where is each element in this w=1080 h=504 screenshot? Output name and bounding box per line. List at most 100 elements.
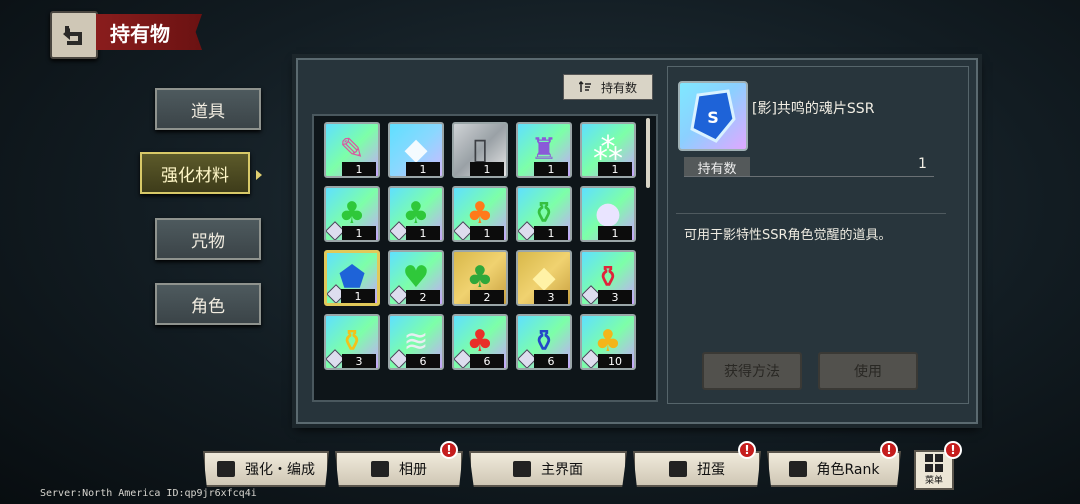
category-label: 角色 <box>191 296 225 317</box>
alert-badge-icon: ! <box>944 441 962 459</box>
item-slot[interactable]: ▯ 1 <box>452 122 508 178</box>
item-slot[interactable]: ⚱ 1 <box>516 186 572 242</box>
acquire-method-button[interactable]: 获得方法 <box>702 352 802 390</box>
item-count: 1 <box>406 162 440 176</box>
divider <box>676 213 946 214</box>
sort-label: 持有数 <box>600 80 637 95</box>
orb-icon: ● <box>594 196 622 231</box>
item-count: 6 <box>406 354 440 368</box>
team-icon <box>217 461 235 477</box>
item-slot[interactable]: ♣ 1 <box>388 186 444 242</box>
item-slot[interactable]: ⚱ 3 <box>580 250 636 306</box>
item-count: 1 <box>534 226 568 240</box>
item-count: 3 <box>534 290 568 304</box>
selected-item-icon: S <box>678 81 748 151</box>
item-count: 6 <box>470 354 504 368</box>
gold-flame-icon: ♣ <box>466 260 494 295</box>
yellow-potion-icon: ⚱ <box>339 324 365 359</box>
item-count: 1 <box>534 162 568 176</box>
item-count: 2 <box>406 290 440 304</box>
album-icon <box>371 461 389 477</box>
back-arrow-icon <box>63 26 82 45</box>
item-count: 1 <box>406 226 440 240</box>
menu-label: 菜单 <box>924 476 943 486</box>
category-curses[interactable]: 咒物 <box>155 218 261 260</box>
item-slot[interactable]: ● 1 <box>580 186 636 242</box>
item-count: 1 <box>598 162 632 176</box>
item-count: 6 <box>534 354 568 368</box>
item-slot[interactable]: ♣ 6 <box>452 314 508 370</box>
item-slot[interactable]: ⁂ 1 <box>580 122 636 178</box>
crystal-shard-icon: ✎ <box>339 132 365 167</box>
category-label: 强化材料 <box>161 165 229 186</box>
item-count: 1 <box>342 162 376 176</box>
category-items[interactable]: 道具 <box>155 88 261 130</box>
item-count: 3 <box>342 354 376 368</box>
item-slot[interactable]: ♣ 1 <box>452 186 508 242</box>
item-count: 1 <box>470 226 504 240</box>
server-id-label: Server:North America ID:qp9jr6xfcq4i <box>40 488 257 499</box>
grid-menu-icon <box>925 454 943 472</box>
owned-label: 持有数 <box>684 157 750 177</box>
blue-soul-shard-icon: S <box>690 89 736 143</box>
home-icon <box>513 461 531 477</box>
blue-potion-icon: ⚱ <box>531 324 557 359</box>
gold-crystal-icon: ◆ <box>532 260 556 295</box>
item-grid[interactable]: ✎ 1 ◆ 1 ▯ 1 ♜ 1 ⁂ 1 ♣ 1 ♣ 1 ♣ 1 ⚱ 1 ● 1 ⬟ 1 ♥ 2 ♣ 2 ◆ 3 ⚱ 3 ⚱ 3 ≋ 6 ♣ 6 ⚱ 6 ♣ 1… <box>312 114 658 402</box>
category-label: 咒物 <box>191 231 225 252</box>
white-crystal-icon: ◆ <box>404 132 428 167</box>
alert-badge-icon: ! <box>440 441 458 459</box>
orange-flame-club-icon: ♣ <box>466 196 494 231</box>
use-button[interactable]: 使用 <box>818 352 918 390</box>
green-flame-icon: ♣ <box>338 196 366 231</box>
item-description: 可用于影特性SSR角色觉醒的道具。 <box>684 228 892 243</box>
gacha-icon <box>669 461 687 477</box>
category-characters[interactable]: 角色 <box>155 283 261 325</box>
red-flame-icon: ♣ <box>466 324 494 359</box>
item-slot[interactable]: ⚱ 3 <box>324 314 380 370</box>
item-slot[interactable]: ≋ 6 <box>388 314 444 370</box>
svg-text:S: S <box>707 108 719 127</box>
item-slot[interactable]: ♣ 1 <box>324 186 380 242</box>
item-slot[interactable]: ◆ 1 <box>388 122 444 178</box>
item-count: 3 <box>598 290 632 304</box>
nav-label: 扭蛋 <box>697 462 725 478</box>
nav-home[interactable]: 主界面 <box>469 451 627 487</box>
item-count: 1 <box>342 226 376 240</box>
owned-value: 1 <box>918 156 927 172</box>
item-count: 2 <box>470 290 504 304</box>
sort-icon <box>578 81 591 92</box>
item-slot[interactable]: ♣ 10 <box>580 314 636 370</box>
nav-label: 角色Rank <box>816 462 880 478</box>
active-category-arrow-icon <box>256 170 262 180</box>
green-flame-club-icon: ♣ <box>402 196 430 231</box>
item-slot[interactable]: ♣ 2 <box>452 250 508 306</box>
back-button[interactable] <box>50 11 98 59</box>
statue-icon: ♜ <box>530 132 558 167</box>
item-slot[interactable]: ♜ 1 <box>516 122 572 178</box>
item-slot[interactable]: ⬟ 1 <box>324 250 380 306</box>
grid-scrollbar[interactable] <box>646 118 650 188</box>
nav-enhance-team[interactable]: 强化・编成 <box>203 451 329 487</box>
item-slot[interactable]: ♥ 2 <box>388 250 444 306</box>
item-slot[interactable]: ◆ 3 <box>516 250 572 306</box>
page-title: 持有物 <box>96 14 202 50</box>
silver-shards-icon: ≋ <box>403 324 429 359</box>
alert-badge-icon: ! <box>738 441 756 459</box>
nav-label: 强化・编成 <box>245 462 315 478</box>
category-label: 道具 <box>191 101 225 122</box>
item-slot[interactable]: ⚱ 6 <box>516 314 572 370</box>
category-enhance-materials[interactable]: 强化材料 <box>140 152 250 194</box>
nav-label: 主界面 <box>541 462 583 478</box>
nav-character-rank[interactable]: 角色Rank <box>767 451 901 487</box>
red-potion-icon: ⚱ <box>595 260 621 295</box>
item-count: 10 <box>598 354 632 368</box>
sort-button[interactable]: 持有数 <box>563 74 653 100</box>
yellow-flame-icon: ♣ <box>594 324 622 359</box>
item-slot[interactable]: ✎ 1 <box>324 122 380 178</box>
item-count: 1 <box>598 226 632 240</box>
nav-label: 相册 <box>399 462 427 478</box>
shards-icon: ⁂ <box>593 132 623 167</box>
divider <box>684 176 934 177</box>
green-potion-icon: ⚱ <box>531 196 557 231</box>
